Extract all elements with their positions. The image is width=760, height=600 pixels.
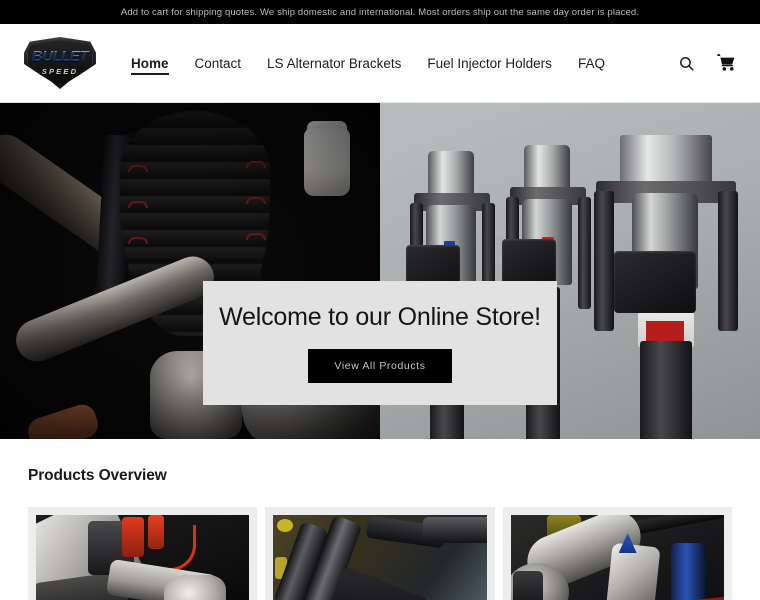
nav-item-ls-alternator-brackets[interactable]: LS Alternator Brackets — [254, 50, 414, 77]
product-card-2[interactable] — [265, 507, 495, 600]
nav-item-home[interactable]: Home — [118, 50, 182, 77]
search-icon[interactable] — [674, 51, 698, 75]
logo-text-primary: BULLET — [24, 49, 96, 64]
announcement-bar: Add to cart for shipping quotes. We ship… — [0, 0, 760, 24]
announcement-text: Add to cart for shipping quotes. We ship… — [120, 6, 640, 18]
main-navigation: Home Contact LS Alternator Brackets Fuel… — [118, 50, 674, 77]
nav-item-faq[interactable]: FAQ — [565, 50, 618, 77]
hero-injector-3 — [592, 135, 744, 439]
header-actions — [674, 51, 738, 75]
shopping-cart-icon[interactable] — [714, 51, 738, 75]
logo-text-secondary: SPEED — [41, 67, 79, 76]
product-card-2-image — [273, 515, 487, 600]
product-card-3[interactable] — [502, 507, 732, 600]
product-card-3-image — [510, 515, 724, 600]
product-card-1[interactable] — [28, 507, 258, 600]
products-overview-section: Products Overview — [0, 439, 760, 600]
hero-title: Welcome to our Online Store! — [219, 303, 541, 331]
nav-item-fuel-injector-holders[interactable]: Fuel Injector Holders — [414, 50, 565, 77]
hero-overlay-card: Welcome to our Online Store! View All Pr… — [203, 281, 557, 405]
site-header: BULLET SPEED Home Contact LS Alternator … — [0, 24, 760, 103]
products-overview-title: Products Overview — [28, 467, 167, 484]
view-all-products-button[interactable]: View All Products — [308, 349, 452, 383]
nav-item-contact[interactable]: Contact — [182, 50, 255, 77]
site-logo[interactable]: BULLET SPEED — [24, 37, 96, 89]
product-card-1-image — [36, 515, 250, 600]
product-card-row — [28, 507, 732, 600]
hero-banner: Welcome to our Online Store! View All Pr… — [0, 103, 760, 439]
